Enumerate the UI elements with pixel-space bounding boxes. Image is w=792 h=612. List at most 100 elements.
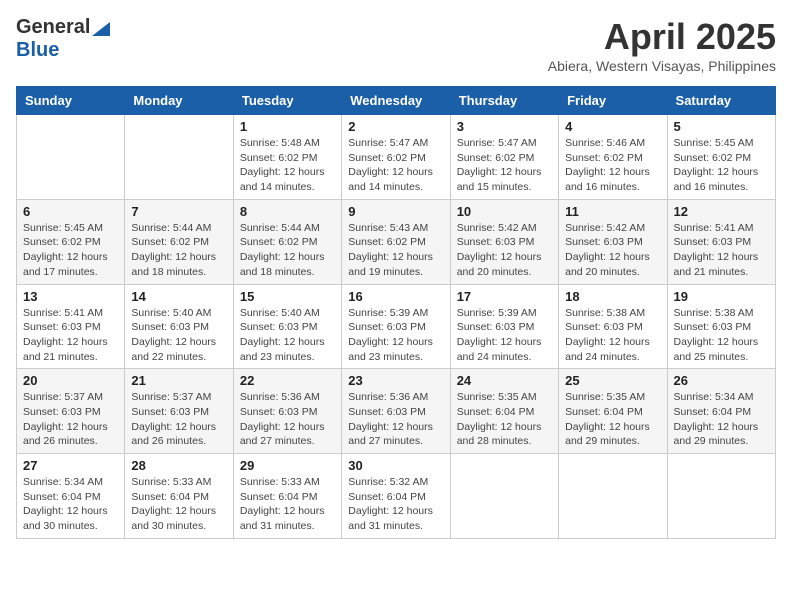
month-title: April 2025 — [548, 16, 776, 58]
day-info: Sunrise: 5:38 AM Sunset: 6:03 PM Dayligh… — [565, 306, 660, 365]
day-number: 4 — [565, 119, 660, 134]
calendar-cell: 2Sunrise: 5:47 AM Sunset: 6:02 PM Daylig… — [342, 115, 450, 200]
day-number: 12 — [674, 204, 769, 219]
day-number: 25 — [565, 373, 660, 388]
calendar-cell — [559, 454, 667, 539]
day-number: 14 — [131, 289, 226, 304]
day-info: Sunrise: 5:32 AM Sunset: 6:04 PM Dayligh… — [348, 475, 443, 534]
calendar-cell: 6 Sunrise: 5:45 AM Sunset: 6:02 PM Daylig… — [17, 199, 125, 284]
calendar-cell: 27 Sunrise: 5:34 AM Sunset: 6:04 PM Dayli… — [17, 454, 125, 539]
page-header: General Blue April 2025 Abiera, Western … — [16, 16, 776, 74]
calendar-cell: 25 Sunrise: 5:35 AM Sunset: 6:04 PM Dayli… — [559, 369, 667, 454]
day-info: Sunrise: 5:39 AM Sunset: 6:03 PM Dayligh… — [348, 306, 443, 365]
day-number: 5 — [674, 119, 769, 134]
day-number: 2 — [348, 119, 443, 134]
day-number: 30 — [348, 458, 443, 473]
day-number: 26 — [674, 373, 769, 388]
day-info: Sunrise: 5:33 AM Sunset: 6:04 PM Dayligh… — [240, 475, 335, 534]
day-info: Sunrise: 5:35 AM Sunset: 6:04 PM Dayligh… — [457, 390, 552, 449]
calendar-day-header: Thursday — [450, 87, 558, 115]
calendar-week-row: 6 Sunrise: 5:45 AM Sunset: 6:02 PM Daylig… — [17, 199, 776, 284]
day-info: Sunrise: 5:33 AM Sunset: 6:04 PM Dayligh… — [131, 475, 226, 534]
day-number: 27 — [23, 458, 118, 473]
calendar-week-row: 13 Sunrise: 5:41 AM Sunset: 6:03 PM Dayli… — [17, 284, 776, 369]
location-title: Abiera, Western Visayas, Philippines — [548, 58, 776, 74]
calendar-day-header: Saturday — [667, 87, 775, 115]
day-info: Sunrise: 5:41 AM Sunset: 6:03 PM Dayligh… — [23, 306, 118, 365]
day-info: Sunrise: 5:44 AM Sunset: 6:02 PM Dayligh… — [240, 221, 335, 280]
day-number: 20 — [23, 373, 118, 388]
day-info: Sunrise: 5:41 AM Sunset: 6:03 PM Dayligh… — [674, 221, 769, 280]
calendar-cell: 9Sunrise: 5:43 AM Sunset: 6:02 PM Daylig… — [342, 199, 450, 284]
day-number: 17 — [457, 289, 552, 304]
calendar-cell: 18 Sunrise: 5:38 AM Sunset: 6:03 PM Dayli… — [559, 284, 667, 369]
calendar-cell: 26 Sunrise: 5:34 AM Sunset: 6:04 PM Dayli… — [667, 369, 775, 454]
calendar-week-row: 27 Sunrise: 5:34 AM Sunset: 6:04 PM Dayli… — [17, 454, 776, 539]
day-number: 11 — [565, 204, 660, 219]
calendar-cell: 14 Sunrise: 5:40 AM Sunset: 6:03 PM Dayli… — [125, 284, 233, 369]
calendar-cell: 30 Sunrise: 5:32 AM Sunset: 6:04 PM Dayli… — [342, 454, 450, 539]
day-number: 15 — [240, 289, 335, 304]
calendar-cell — [17, 115, 125, 200]
day-info: Sunrise: 5:45 AM Sunset: 6:02 PM Dayligh… — [674, 136, 769, 195]
calendar-cell — [667, 454, 775, 539]
day-info: Sunrise: 5:42 AM Sunset: 6:03 PM Dayligh… — [565, 221, 660, 280]
day-info: Sunrise: 5:39 AM Sunset: 6:03 PM Dayligh… — [457, 306, 552, 365]
calendar-day-header: Tuesday — [233, 87, 341, 115]
calendar-cell — [125, 115, 233, 200]
day-info: Sunrise: 5:34 AM Sunset: 6:04 PM Dayligh… — [23, 475, 118, 534]
calendar-day-header: Friday — [559, 87, 667, 115]
calendar-cell: 15 Sunrise: 5:40 AM Sunset: 6:03 PM Dayli… — [233, 284, 341, 369]
logo-general: General — [16, 16, 90, 39]
day-info: Sunrise: 5:40 AM Sunset: 6:03 PM Dayligh… — [240, 306, 335, 365]
calendar-cell: 29 Sunrise: 5:33 AM Sunset: 6:04 PM Dayli… — [233, 454, 341, 539]
calendar-cell: 10Sunrise: 5:42 AM Sunset: 6:03 PM Dayli… — [450, 199, 558, 284]
calendar-day-header: Monday — [125, 87, 233, 115]
day-info: Sunrise: 5:36 AM Sunset: 6:03 PM Dayligh… — [240, 390, 335, 449]
calendar-day-header: Sunday — [17, 87, 125, 115]
day-info: Sunrise: 5:45 AM Sunset: 6:02 PM Dayligh… — [23, 221, 118, 280]
calendar-week-row: 20 Sunrise: 5:37 AM Sunset: 6:03 PM Dayli… — [17, 369, 776, 454]
day-info: Sunrise: 5:40 AM Sunset: 6:03 PM Dayligh… — [131, 306, 226, 365]
calendar-cell — [450, 454, 558, 539]
day-number: 29 — [240, 458, 335, 473]
day-info: Sunrise: 5:34 AM Sunset: 6:04 PM Dayligh… — [674, 390, 769, 449]
day-info: Sunrise: 5:48 AM Sunset: 6:02 PM Dayligh… — [240, 136, 335, 195]
calendar-cell: 7 Sunrise: 5:44 AM Sunset: 6:02 PM Daylig… — [125, 199, 233, 284]
calendar-cell: 4 Sunrise: 5:46 AM Sunset: 6:02 PM Daylig… — [559, 115, 667, 200]
logo-icon — [92, 22, 110, 36]
day-number: 24 — [457, 373, 552, 388]
day-info: Sunrise: 5:46 AM Sunset: 6:02 PM Dayligh… — [565, 136, 660, 195]
calendar-cell: 28 Sunrise: 5:33 AM Sunset: 6:04 PM Dayli… — [125, 454, 233, 539]
day-info: Sunrise: 5:35 AM Sunset: 6:04 PM Dayligh… — [565, 390, 660, 449]
calendar-cell: 13 Sunrise: 5:41 AM Sunset: 6:03 PM Dayli… — [17, 284, 125, 369]
calendar-header-row: SundayMondayTuesdayWednesdayThursdayFrid… — [17, 87, 776, 115]
day-number: 22 — [240, 373, 335, 388]
day-number: 6 — [23, 204, 118, 219]
day-info: Sunrise: 5:37 AM Sunset: 6:03 PM Dayligh… — [131, 390, 226, 449]
calendar-table: SundayMondayTuesdayWednesdayThursdayFrid… — [16, 86, 776, 539]
calendar-cell: 12 Sunrise: 5:41 AM Sunset: 6:03 PM Dayli… — [667, 199, 775, 284]
day-info: Sunrise: 5:44 AM Sunset: 6:02 PM Dayligh… — [131, 221, 226, 280]
day-info: Sunrise: 5:36 AM Sunset: 6:03 PM Dayligh… — [348, 390, 443, 449]
day-number: 18 — [565, 289, 660, 304]
calendar-cell: 20Sunrise: 5:37 AM Sunset: 6:03 PM Dayli… — [17, 369, 125, 454]
calendar-cell: 11 Sunrise: 5:42 AM Sunset: 6:03 PM Dayli… — [559, 199, 667, 284]
day-number: 10 — [457, 204, 552, 219]
day-number: 19 — [674, 289, 769, 304]
day-number: 13 — [23, 289, 118, 304]
day-number: 9 — [348, 204, 443, 219]
calendar-cell: 19Sunrise: 5:38 AM Sunset: 6:03 PM Dayli… — [667, 284, 775, 369]
calendar-cell: 5 Sunrise: 5:45 AM Sunset: 6:02 PM Daylig… — [667, 115, 775, 200]
calendar-cell: 23Sunrise: 5:36 AM Sunset: 6:03 PM Dayli… — [342, 369, 450, 454]
calendar-week-row: 1 Sunrise: 5:48 AM Sunset: 6:02 PM Daylig… — [17, 115, 776, 200]
day-number: 21 — [131, 373, 226, 388]
day-number: 28 — [131, 458, 226, 473]
calendar-cell: 1 Sunrise: 5:48 AM Sunset: 6:02 PM Daylig… — [233, 115, 341, 200]
day-number: 7 — [131, 204, 226, 219]
calendar-cell: 21 Sunrise: 5:37 AM Sunset: 6:03 PM Dayli… — [125, 369, 233, 454]
calendar-cell: 16Sunrise: 5:39 AM Sunset: 6:03 PM Dayli… — [342, 284, 450, 369]
day-number: 1 — [240, 119, 335, 134]
day-info: Sunrise: 5:47 AM Sunset: 6:02 PM Dayligh… — [457, 136, 552, 195]
calendar-day-header: Wednesday — [342, 87, 450, 115]
